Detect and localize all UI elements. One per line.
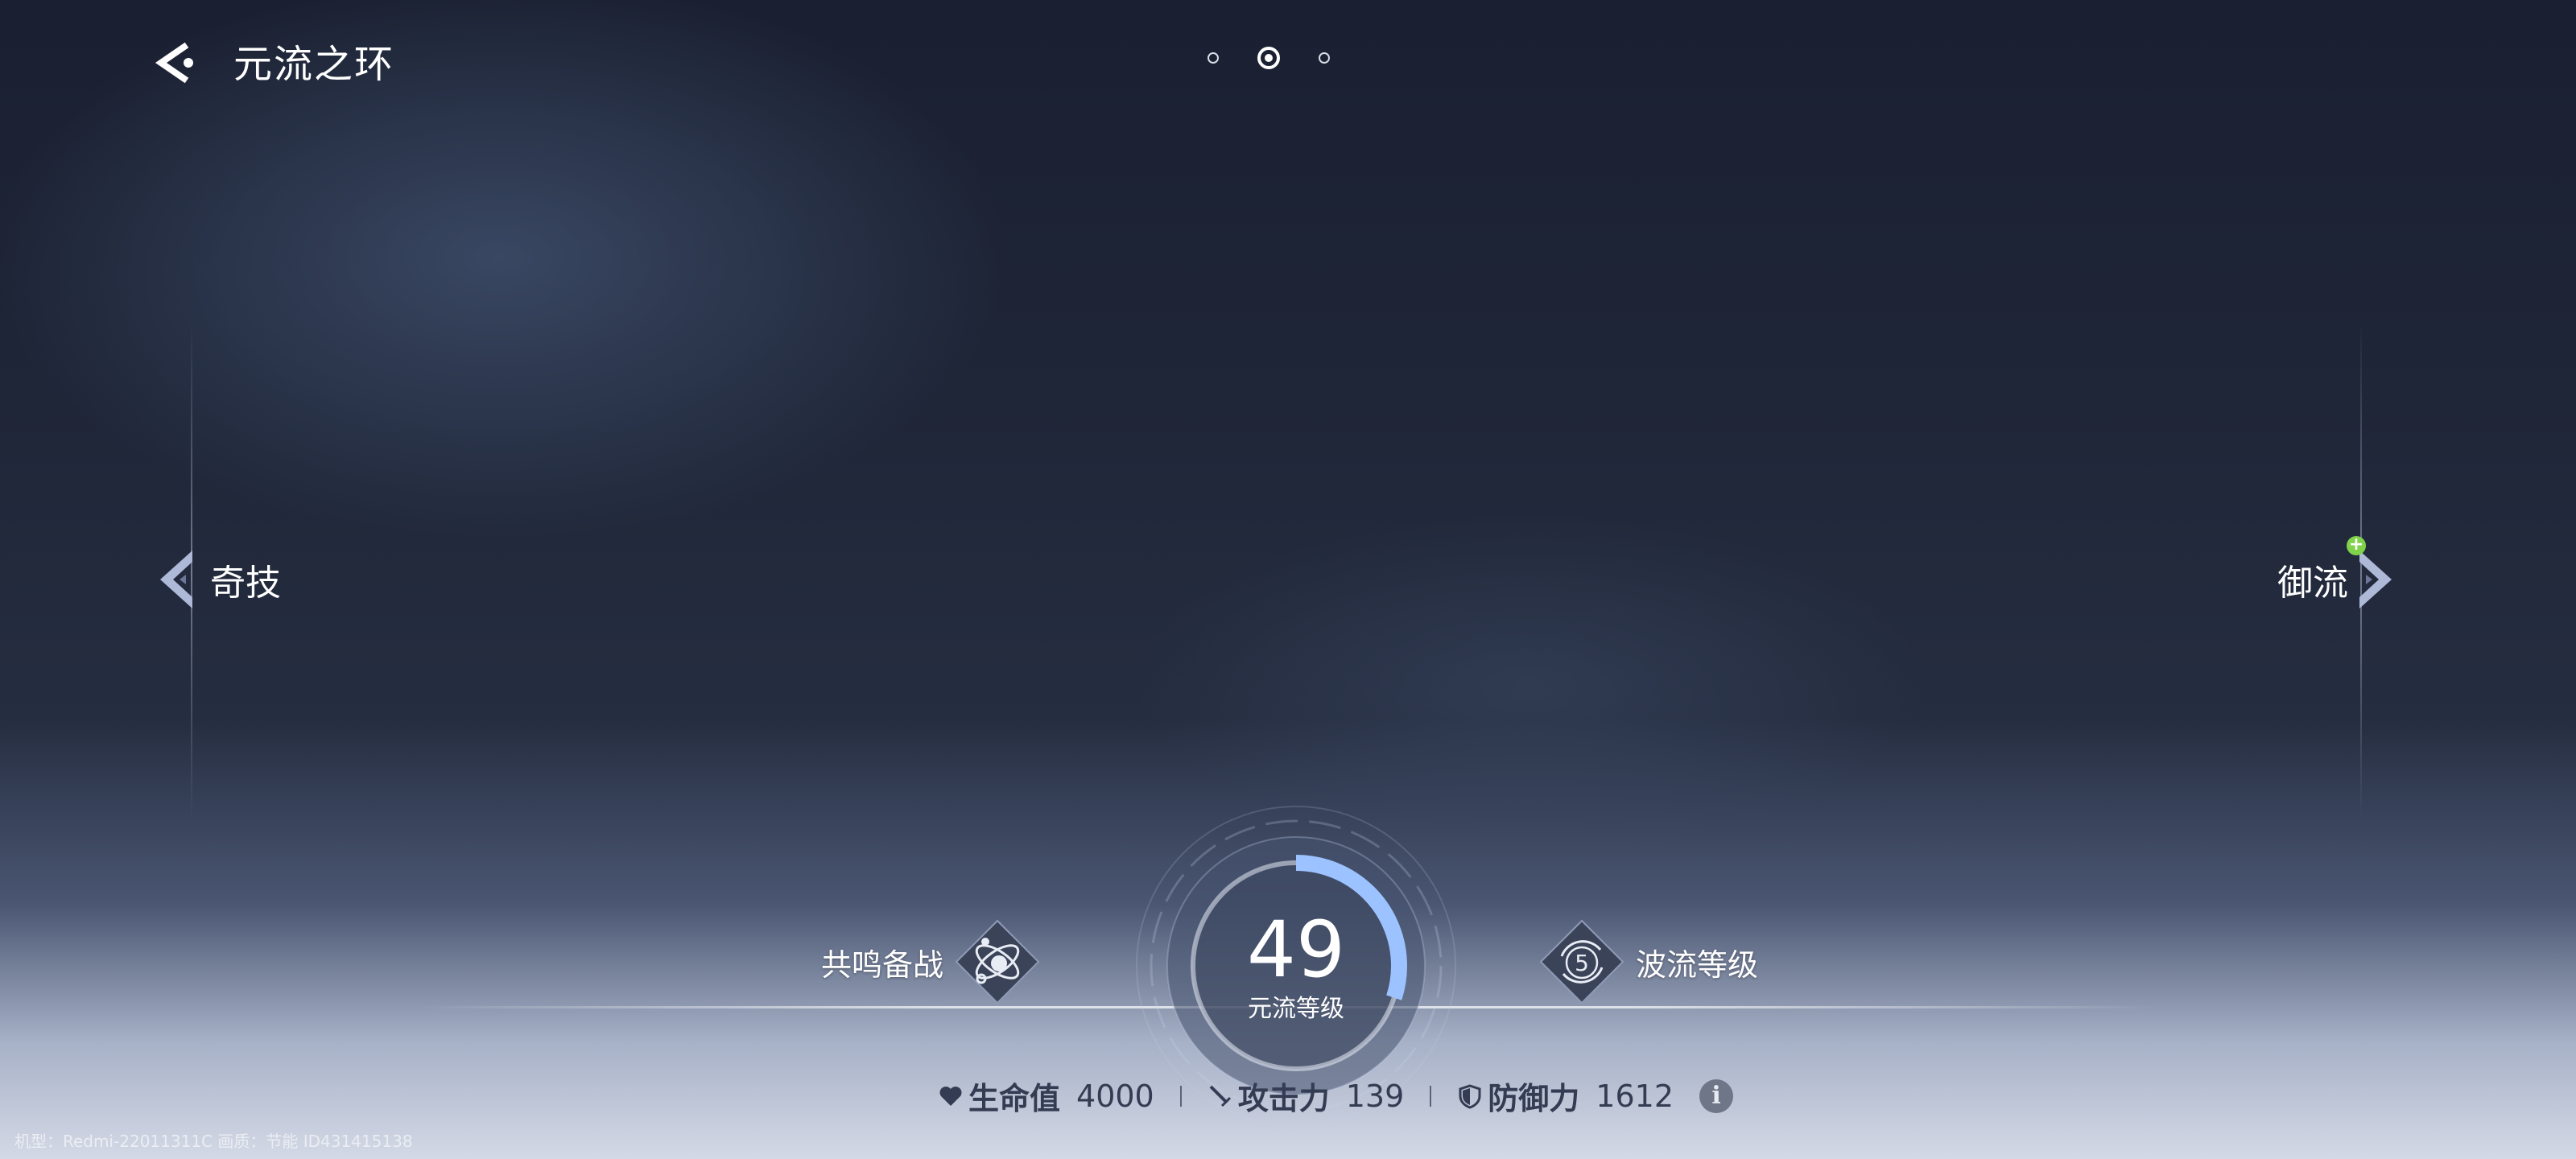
resonance-prep-button[interactable]: 共鸣备战 (821, 918, 1042, 1006)
stat-atk-value: 139 (1345, 1078, 1405, 1114)
wave-level-value: 5 (1575, 950, 1589, 976)
level-label: 元流等级 (1248, 995, 1344, 1023)
nav-right-label: 御流 + (2277, 536, 2366, 605)
nav-prev-qiji[interactable]: 奇技 (157, 547, 281, 612)
back-button[interactable] (151, 39, 200, 87)
stat-atk: 攻击力 139 (1208, 1074, 1405, 1118)
stat-hp: 生命值 4000 (938, 1074, 1154, 1118)
atom-orbit-icon (955, 919, 1040, 1004)
device-watermark: 机型：Redmi-22011311C 画质：节能 ID431415138 (14, 1132, 413, 1151)
stat-def-value: 1612 (1596, 1078, 1674, 1114)
info-icon[interactable]: i (1699, 1079, 1734, 1113)
page-dot-3[interactable] (1319, 52, 1330, 64)
sword-icon (1209, 1085, 1231, 1107)
wave-level-button[interactable]: 5 波流等级 (1538, 918, 1758, 1006)
new-badge-icon: + (2347, 536, 2366, 555)
page-title: 元流之环 (233, 42, 395, 87)
stats-bar: 生命值 4000 攻击力 139 防御力 1612 i (938, 1074, 1734, 1118)
stat-separator (1179, 1085, 1182, 1107)
stat-hp-name: 生命值 (968, 1081, 1061, 1116)
stat-def-name: 防御力 (1488, 1081, 1580, 1116)
page-indicator (1208, 47, 1330, 69)
stat-def: 防御力 1612 (1457, 1074, 1674, 1118)
level-value: 49 (1246, 905, 1346, 995)
stat-separator (1430, 1085, 1432, 1107)
shield-icon (1459, 1083, 1481, 1109)
page-dot-1[interactable] (1208, 52, 1219, 64)
wave-level-label: 波流等级 (1636, 947, 1759, 983)
heart-icon (939, 1086, 962, 1106)
back-arrow-icon (155, 42, 193, 84)
chevron-left-icon (160, 551, 192, 608)
stat-atk-name: 攻击力 (1237, 1081, 1330, 1116)
nav-next-yuliu[interactable]: 御流 + (2277, 536, 2395, 612)
wave-level-icon: 5 (1539, 919, 1624, 1004)
nav-left-label: 奇技 (210, 563, 281, 604)
resonance-prep-label: 共鸣备战 (821, 947, 944, 983)
nav-right-text: 御流 (2277, 563, 2348, 604)
stat-hp-value: 4000 (1076, 1078, 1154, 1114)
page-dot-2-active[interactable] (1257, 47, 1280, 69)
chevron-right-icon (2359, 551, 2392, 608)
